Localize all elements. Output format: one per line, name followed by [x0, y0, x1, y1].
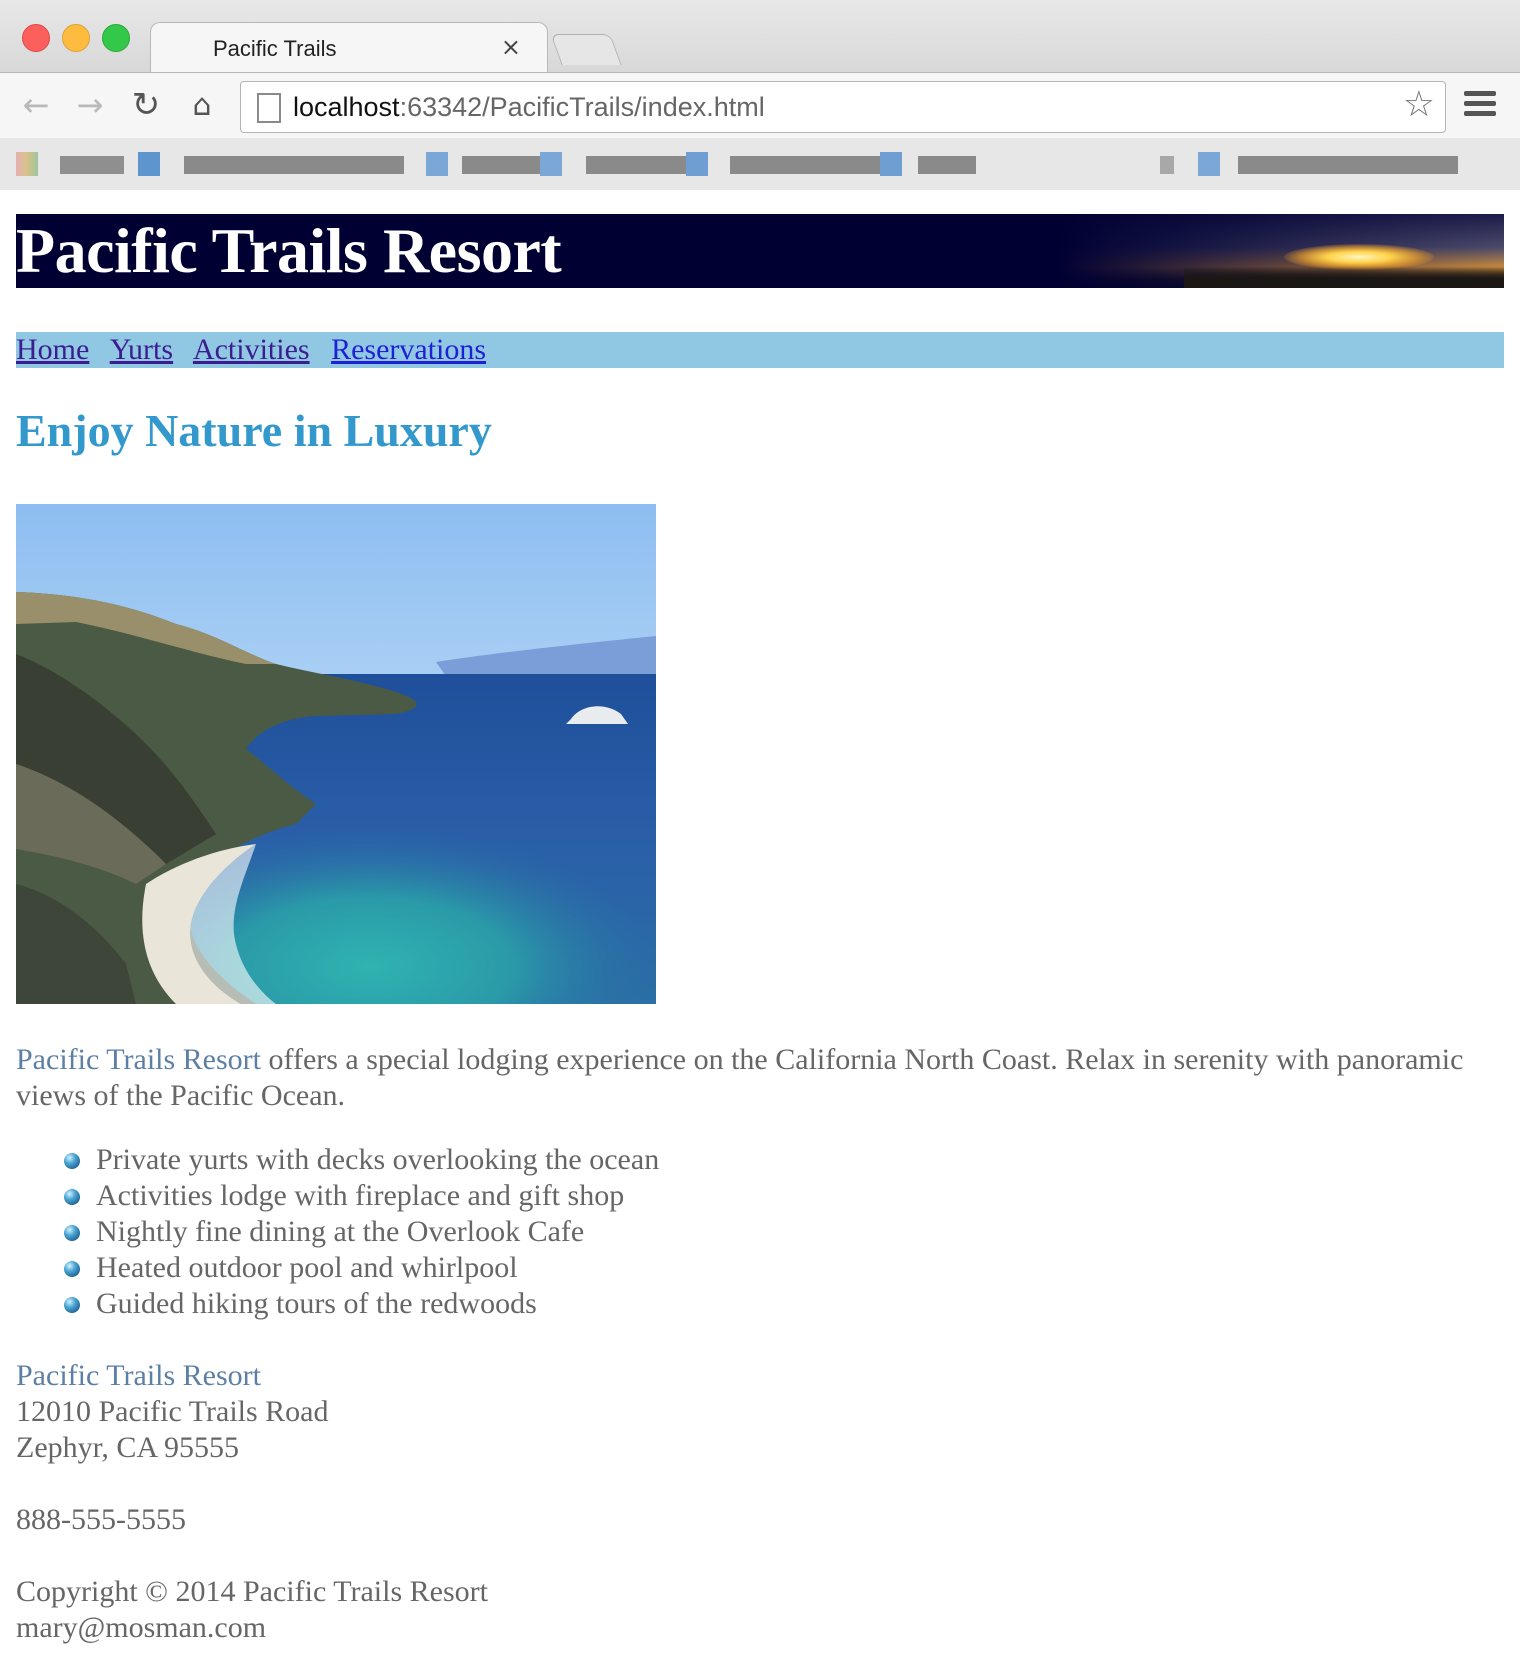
browser-chrome: Pacific Trails × ← → ↻ ⌂ localhost:63342… — [0, 0, 1520, 190]
zoom-window-button[interactable] — [102, 24, 130, 52]
contact-city: Zephyr, CA 95555 — [16, 1431, 239, 1464]
nav-link-home[interactable]: Home — [16, 333, 89, 366]
nav-link-reservations[interactable]: Reservations — [331, 333, 486, 366]
address-bar[interactable]: localhost:63342/PacificTrails/index.html… — [240, 81, 1446, 133]
feature-text: Heated outdoor pool and whirlpool — [96, 1251, 518, 1284]
contact-name: Pacific Trails Resort — [16, 1359, 261, 1392]
url-host: localhost — [293, 92, 400, 122]
bullet-sphere-icon — [64, 1261, 80, 1277]
contact-info: Pacific Trails Resort 12010 Pacific Trai… — [16, 1358, 329, 1538]
coastline-graphic — [1184, 266, 1504, 288]
contact-street: 12010 Pacific Trails Road — [16, 1395, 329, 1428]
bullet-sphere-icon — [64, 1153, 80, 1169]
intro-paragraph: Pacific Trails Resort offers a special l… — [16, 1042, 1466, 1114]
close-window-button[interactable] — [22, 24, 50, 52]
nav-link-activities[interactable]: Activities — [193, 333, 310, 366]
main-nav: Home Yurts Activities Reservations — [16, 332, 1504, 368]
footer: Copyright © 2014 Pacific Trails Resort m… — [16, 1574, 488, 1646]
site-title: Pacific Trails Resort — [16, 215, 562, 286]
tab-title: Pacific Trails — [213, 36, 337, 61]
bullet-sphere-icon — [64, 1225, 80, 1241]
nav-link-yurts[interactable]: Yurts — [110, 333, 173, 366]
footer-email[interactable]: mary@mosman.com — [16, 1610, 488, 1646]
list-item: Activities lodge with fireplace and gift… — [16, 1178, 659, 1214]
header-banner: Pacific Trails Resort — [16, 214, 1504, 288]
features-list: Private yurts with decks overlooking the… — [16, 1142, 659, 1322]
list-item: Private yurts with decks overlooking the… — [16, 1142, 659, 1178]
contact-spacer — [16, 1466, 329, 1502]
feature-text: Guided hiking tours of the redwoods — [96, 1287, 537, 1320]
coast-photo — [16, 504, 656, 1004]
url-text[interactable]: localhost:63342/PacificTrails/index.html — [293, 92, 765, 123]
feature-text: Activities lodge with fireplace and gift… — [96, 1179, 625, 1212]
browser-toolbar: ← → ↻ ⌂ localhost:63342/PacificTrails/in… — [0, 72, 1520, 139]
browser-tab[interactable]: Pacific Trails × — [150, 22, 548, 73]
feature-text: Nightly fine dining at the Overlook Cafe — [96, 1215, 585, 1248]
home-icon[interactable]: ⌂ — [180, 83, 224, 127]
reload-icon[interactable]: ↻ — [124, 83, 168, 127]
contact-phone: 888-555-5555 — [16, 1503, 186, 1536]
url-path: :63342/PacificTrails/index.html — [399, 92, 765, 122]
intro-resort-name: Pacific Trails Resort — [16, 1043, 261, 1076]
back-arrow-icon[interactable]: ← — [14, 83, 58, 127]
list-item: Nightly fine dining at the Overlook Cafe — [16, 1214, 659, 1250]
bullet-sphere-icon — [64, 1189, 80, 1205]
forward-arrow-icon[interactable]: → — [68, 83, 112, 127]
minimize-window-button[interactable] — [62, 24, 90, 52]
page-icon — [257, 93, 281, 123]
feature-text: Private yurts with decks overlooking the… — [96, 1143, 660, 1176]
bullet-sphere-icon — [64, 1297, 80, 1313]
list-item: Heated outdoor pool and whirlpool — [16, 1250, 659, 1286]
page-heading: Enjoy Nature in Luxury — [16, 405, 492, 456]
close-tab-icon[interactable]: × — [501, 33, 521, 61]
bookmark-star-icon[interactable]: ☆ — [1403, 84, 1435, 125]
list-item: Guided hiking tours of the redwoods — [16, 1286, 659, 1322]
copyright-text: Copyright © 2014 Pacific Trails Resort — [16, 1575, 488, 1608]
new-tab-button[interactable] — [550, 34, 622, 65]
bookmarks-bar-blurred — [0, 138, 1520, 190]
menu-icon[interactable] — [1464, 87, 1496, 123]
tab-strip: Pacific Trails × — [0, 0, 1520, 73]
